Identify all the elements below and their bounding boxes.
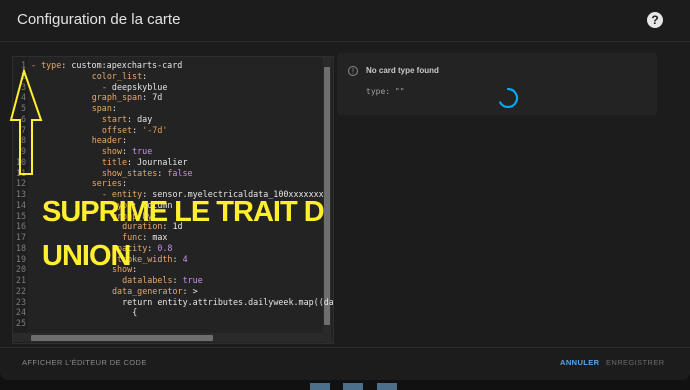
yaml-value: '-7d' xyxy=(142,124,168,135)
yaml-colon: : xyxy=(172,253,183,264)
yaml-colon: : xyxy=(142,70,153,81)
code-line[interactable]: show_states: false xyxy=(102,168,193,178)
taskbar-item[interactable] xyxy=(377,383,397,390)
yaml-key: show_states xyxy=(101,167,158,178)
yaml-key: datalabels xyxy=(122,275,173,285)
card-config-dialog: Configuration de la carte ? 1- type: cus… xyxy=(0,0,690,380)
header-divider xyxy=(0,41,690,42)
line-number: 25 xyxy=(15,318,26,328)
help-icon[interactable]: ? xyxy=(647,12,663,28)
taskbar-item[interactable] xyxy=(343,383,363,390)
code-line[interactable]: { xyxy=(132,307,137,317)
code-line[interactable]: datalabels: true xyxy=(122,275,203,285)
code-line[interactable]: header: xyxy=(92,135,132,145)
yaml-key: color_list xyxy=(91,70,143,81)
save-button[interactable]: ENREGISTRER xyxy=(606,358,665,367)
yaml-colon: : xyxy=(132,264,143,275)
preview-error-code: type: "" xyxy=(366,87,405,96)
line-number: 22 xyxy=(15,285,26,296)
yaml-key: show xyxy=(101,146,122,156)
code-line[interactable]: series: xyxy=(92,178,132,188)
line-number: 24 xyxy=(15,307,26,318)
line-number: 18 xyxy=(15,242,26,253)
line-number: 21 xyxy=(15,275,26,285)
yaml-value: 0.8 xyxy=(157,242,173,253)
preview-error-title: No card type found xyxy=(366,66,439,75)
loading-spinner-icon xyxy=(499,87,519,109)
yaml-value: 7d xyxy=(152,92,163,103)
line-number: 19 xyxy=(15,253,26,264)
yaml-key: start xyxy=(101,113,128,124)
yaml-colon: : xyxy=(147,242,158,253)
yaml-key: series xyxy=(91,178,122,189)
line-number: 13 xyxy=(15,189,26,199)
code-line[interactable]: return entity.attributes.dailyweek.map((… xyxy=(122,296,334,307)
line-number: 16 xyxy=(15,221,26,232)
up-arrow-annotation xyxy=(9,68,43,175)
code-line[interactable]: offset: '-7d' xyxy=(102,125,168,135)
line-number: 17 xyxy=(15,232,26,242)
line-number: 23 xyxy=(15,296,26,307)
dialog-title: Configuration de la carte xyxy=(17,11,181,28)
yaml-colon: : xyxy=(111,103,122,113)
yaml-list-dash: - xyxy=(101,81,112,92)
yaml-colon: : xyxy=(142,232,153,242)
annotation-text-line-2: UNION xyxy=(42,240,131,272)
code-line[interactable]: span: xyxy=(92,103,122,113)
yaml-colon: : xyxy=(127,156,138,167)
code-line[interactable]: - deepskyblue xyxy=(102,82,168,92)
yaml-value: { xyxy=(132,307,138,318)
yaml-colon: : xyxy=(121,178,133,189)
yaml-value: return entity.attributes.dailyweek.map((… xyxy=(122,296,334,307)
annotation-text-line-1: SUPRIME LE TRAIT D xyxy=(42,196,325,228)
yaml-colon: : xyxy=(157,167,168,178)
line-number: 15 xyxy=(15,210,26,221)
warning-circle-icon: ! xyxy=(348,66,358,76)
code-line[interactable]: graph_span: 7d xyxy=(92,92,163,102)
yaml-colon: : xyxy=(121,135,133,146)
show-code-editor-button[interactable]: AFFICHER L'ÉDITEUR DE CODE xyxy=(22,358,147,367)
yaml-colon: : xyxy=(182,285,193,296)
yaml-value: true xyxy=(132,146,153,156)
cancel-button[interactable]: ANNULER xyxy=(560,358,599,367)
code-line[interactable]: show: true xyxy=(102,146,152,156)
yaml-key: title xyxy=(101,156,128,167)
code-line[interactable]: title: Journalier xyxy=(102,157,188,167)
line-number: 14 xyxy=(15,199,26,210)
editor-vertical-scroll-thumb[interactable] xyxy=(324,67,330,325)
yaml-key: span xyxy=(91,103,112,113)
line-number: 20 xyxy=(15,264,26,275)
yaml-value: Journalier xyxy=(137,156,188,167)
yaml-value: day xyxy=(137,113,153,124)
yaml-value: max xyxy=(152,232,168,242)
yaml-key: data_generator xyxy=(111,285,183,296)
yaml-colon: : xyxy=(142,92,153,103)
yaml-value: true xyxy=(182,275,203,285)
code-line[interactable]: color_list: xyxy=(92,71,153,81)
footer-divider xyxy=(0,347,690,348)
yaml-key: graph_span xyxy=(91,92,143,103)
yaml-colon: : xyxy=(122,146,133,156)
yaml-key: header xyxy=(91,135,122,146)
yaml-colon: : xyxy=(61,60,72,70)
taskbar-item[interactable] xyxy=(310,383,330,390)
editor-horizontal-scroll-thumb[interactable] xyxy=(31,335,213,341)
yaml-value: 4 xyxy=(182,253,188,264)
yaml-value: custom:apexcharts-card xyxy=(71,60,183,70)
yaml-value: > xyxy=(192,285,198,296)
yaml-colon: : xyxy=(172,275,183,285)
yaml-value: false xyxy=(167,167,193,178)
yaml-colon: : xyxy=(127,113,138,124)
yaml-colon: : xyxy=(132,124,143,135)
yaml-key: offset xyxy=(101,124,133,135)
yaml-value: deepskyblue xyxy=(111,81,168,92)
code-line[interactable]: data_generator: > xyxy=(112,286,198,296)
code-line[interactable]: start: day xyxy=(102,114,152,124)
